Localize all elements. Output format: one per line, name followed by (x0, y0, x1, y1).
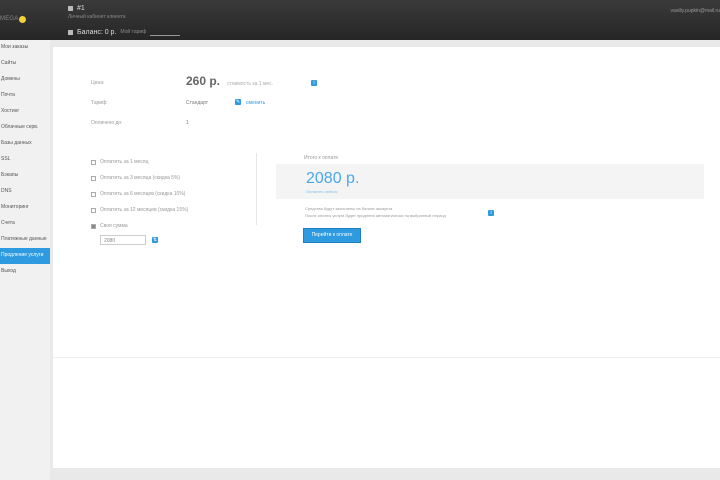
sidebar-item[interactable]: Мониторинг (0, 200, 50, 216)
option-6[interactable]: Оплатить за 6 месяцев (скидка 10%) (91, 191, 185, 197)
tariff-label: Тариф: (91, 100, 108, 106)
sidebar-item[interactable]: Мои заказы (0, 40, 50, 56)
option-label: Оплатить за 1 месяц (100, 159, 149, 165)
option-custom[interactable]: Своя сумма (91, 223, 128, 229)
account-icon (68, 6, 73, 11)
logo[interactable]: MEGA (0, 13, 44, 25)
vertical-divider (256, 153, 257, 225)
sidebar-item[interactable]: Базы данных (0, 136, 50, 152)
price-note: стоимость за 1 мес. (227, 81, 274, 87)
total-sub: Оплатить сейчас (306, 189, 338, 194)
quantity-input[interactable]: 2080 (100, 235, 146, 245)
balance-sub: Мой тариф (120, 29, 147, 35)
edit-icon[interactable]: ✎ (235, 99, 241, 105)
option-3[interactable]: Оплатить за 3 месяца (скидка 5%) (91, 175, 180, 181)
sidebar-item[interactable]: Хостинг (0, 104, 50, 120)
sidebar-item[interactable]: Счета (0, 216, 50, 232)
tariff-change-link[interactable]: сменить (246, 100, 265, 106)
sidebar-item[interactable]: SSL (0, 152, 50, 168)
spinner-icon[interactable]: ⇅ (152, 237, 158, 243)
wallet-icon (68, 30, 73, 35)
total-amount: 2080 р. (306, 170, 360, 187)
help-icon[interactable]: i (488, 210, 494, 216)
sidebar: Мои заказы Сайты Домены Почта Хостинг Облачны… (0, 40, 50, 480)
sidebar-item[interactable]: Почта (0, 88, 50, 104)
account-summary: #1 Личный кабинет клиента Баланс: 0 р. М… (68, 4, 181, 37)
account-id: #1 (77, 5, 85, 12)
sidebar-item[interactable]: Бэкапы (0, 168, 50, 184)
checkbox[interactable] (91, 159, 96, 165)
total-label: Итого к оплате (304, 155, 339, 161)
option-label: Своя сумма (100, 223, 128, 229)
main-content: Цена: 260 р. стоимость за 1 мес. i Тариф… (53, 47, 720, 468)
checkbox[interactable] (91, 191, 96, 197)
balance-select[interactable] (150, 30, 181, 36)
top-bar: MEGA #1 Личный кабинет клиента Баланс: 0… (0, 0, 720, 40)
option-12[interactable]: Оплатить за 12 месяцев (скидка 15%) (91, 207, 188, 213)
sidebar-item[interactable]: Сайты (0, 56, 50, 72)
checkbox[interactable] (91, 175, 96, 181)
horizontal-divider (53, 357, 720, 358)
tariff-value: Стандарт (186, 100, 209, 106)
sidebar-item[interactable]: Выход (0, 264, 50, 280)
note-line-2: После оплаты услуга будет продлена автом… (305, 213, 446, 218)
info-icon[interactable]: i (311, 80, 317, 86)
sidebar-item[interactable]: Продление услуги (0, 248, 50, 264)
period-label: Оплачено до: (91, 120, 123, 126)
note-line-1: Средства будут зачислены на баланс аккау… (305, 206, 393, 211)
balance-label: Баланс: 0 р. (77, 29, 117, 36)
price-label: Цена: (91, 80, 105, 86)
sidebar-item[interactable]: Облачные серв. (0, 120, 50, 136)
logo-icon (19, 15, 27, 23)
sidebar-item[interactable]: Платежные данные (0, 232, 50, 248)
account-sub: Личный кабинет клиента (68, 14, 126, 20)
option-label: Оплатить за 3 месяца (скидка 5%) (100, 175, 181, 181)
option-label: Оплатить за 6 месяцев (скидка 10%) (100, 191, 186, 197)
logo-text: MEGA (0, 16, 19, 22)
sidebar-item[interactable]: Домены (0, 72, 50, 88)
option-1[interactable]: Оплатить за 1 месяц (91, 159, 148, 165)
checkbox-checked[interactable] (91, 223, 96, 229)
total-box: 2080 р. Оплатить сейчас (276, 164, 704, 199)
option-label: Оплатить за 12 месяцев (скидка 15%) (100, 207, 189, 213)
user-email[interactable]: vasiliy.pupkin@mail.ru (640, 8, 720, 14)
sidebar-item[interactable]: DNS (0, 184, 50, 200)
price-value: 260 р. (186, 74, 221, 88)
checkbox[interactable] (91, 207, 96, 213)
pay-button[interactable]: Перейти к оплате (303, 228, 361, 243)
period-value: 1 (186, 120, 189, 126)
